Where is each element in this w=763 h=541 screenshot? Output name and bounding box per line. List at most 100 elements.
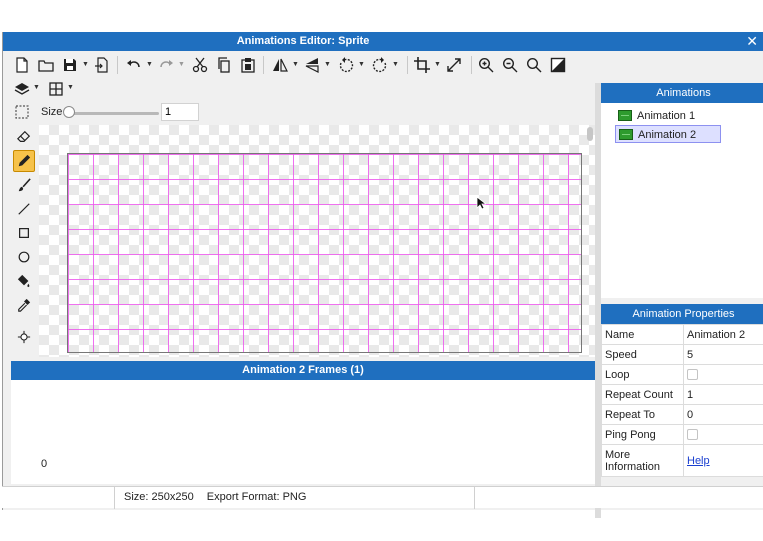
status-bar: Size: 250x250 Export Format: PNG xyxy=(2,486,763,509)
status-divider xyxy=(474,487,475,509)
animation-item-label: Animation 2 xyxy=(638,129,697,141)
property-row: Speed 5 xyxy=(601,344,763,365)
undo-icon[interactable] xyxy=(125,56,143,74)
paste-icon[interactable] xyxy=(239,56,257,74)
flip-vertical-dropdown-icon[interactable]: ▼ xyxy=(324,61,331,68)
copy-icon[interactable] xyxy=(215,56,233,74)
animation-list-item[interactable]: Animation 1 xyxy=(615,107,721,125)
property-key: Loop xyxy=(601,364,684,385)
save-icon[interactable] xyxy=(61,56,79,74)
name-value[interactable]: Animation 2 xyxy=(683,324,763,345)
vertical-scroll-thumb[interactable] xyxy=(587,127,593,141)
brush-icon[interactable] xyxy=(13,174,35,196)
repeat-to-value[interactable]: 0 xyxy=(683,404,763,425)
property-key: Repeat To xyxy=(601,404,684,425)
crop-icon[interactable] xyxy=(413,56,431,74)
open-folder-icon[interactable] xyxy=(37,56,55,74)
title-bar: Animations Editor: Sprite ✕ xyxy=(3,32,763,51)
repeat-count-value[interactable]: 1 xyxy=(683,384,763,405)
property-row: More Information Help xyxy=(601,444,763,477)
property-key: More Information xyxy=(601,444,684,477)
save-dropdown-icon[interactable]: ▼ xyxy=(82,61,89,68)
resize-icon[interactable] xyxy=(445,56,463,74)
help-link[interactable]: Help xyxy=(687,455,710,467)
rotate-left-dropdown-icon[interactable]: ▼ xyxy=(358,61,365,68)
zoom-out-icon[interactable] xyxy=(501,56,519,74)
toolbar-separator xyxy=(117,56,118,74)
size-slider[interactable] xyxy=(67,112,159,115)
eyedropper-icon[interactable] xyxy=(13,294,35,316)
status-text: Size: 250x250 Export Format: PNG xyxy=(124,491,316,503)
property-key: Name xyxy=(601,324,684,345)
size-toolbar: Size xyxy=(11,102,597,124)
rotate-right-dropdown-icon[interactable]: ▼ xyxy=(392,61,399,68)
toggle-background-icon[interactable] xyxy=(549,56,567,74)
frames-panel-header: Animation 2 Frames (1) xyxy=(11,361,595,380)
export-icon[interactable] xyxy=(93,56,111,74)
property-row: Ping Pong xyxy=(601,424,763,445)
zoom-fit-icon[interactable] xyxy=(525,56,543,74)
ping-pong-value xyxy=(683,424,763,445)
property-row: Name Animation 2 xyxy=(601,324,763,345)
mouse-cursor-icon xyxy=(476,196,488,213)
property-row: Repeat Count 1 xyxy=(601,384,763,405)
animation-item-label: Animation 1 xyxy=(637,110,696,122)
status-divider xyxy=(114,487,115,509)
editor-window: Animations Editor: Sprite ✕ ▼ ▼ ▼ ▼ ▼ ▼ … xyxy=(2,32,763,518)
redo-dropdown-icon[interactable]: ▼ xyxy=(178,61,185,68)
export-format-status: Export Format: PNG xyxy=(206,491,307,503)
size-slider-thumb[interactable] xyxy=(63,106,75,118)
pencil-icon[interactable] xyxy=(13,150,35,172)
ping-pong-checkbox[interactable] xyxy=(687,429,698,441)
window-title: Animations Editor: Sprite xyxy=(236,35,370,47)
flip-vertical-icon[interactable] xyxy=(303,56,321,74)
layers-icon[interactable] xyxy=(13,80,31,98)
filmstrip-icon xyxy=(619,129,633,140)
frames-panel[interactable] xyxy=(11,380,595,484)
drawing-canvas[interactable] xyxy=(39,125,595,357)
loop-checkbox[interactable] xyxy=(687,369,698,381)
fill-bucket-icon[interactable] xyxy=(13,270,35,292)
canvas-vertical-scrollbar[interactable] xyxy=(587,127,593,353)
flip-horizontal-dropdown-icon[interactable]: ▼ xyxy=(292,61,299,68)
properties-table: Name Animation 2 Speed 5 Loop Repeat Cou… xyxy=(601,324,763,477)
size-label: Size xyxy=(41,106,63,118)
ellipse-icon[interactable] xyxy=(13,246,35,268)
drawing-tools xyxy=(11,126,37,356)
selection-icon[interactable] xyxy=(13,103,31,121)
rectangle-icon[interactable] xyxy=(13,222,35,244)
grid-dropdown-icon[interactable]: ▼ xyxy=(67,84,74,91)
cut-icon[interactable] xyxy=(191,56,209,74)
pan-icon[interactable] xyxy=(13,326,35,348)
main-toolbar: ▼ ▼ ▼ ▼ ▼ ▼ ▼ ▼ xyxy=(11,52,597,78)
flip-horizontal-icon[interactable] xyxy=(271,56,289,74)
pixel-grid[interactable] xyxy=(67,153,582,353)
rotate-right-icon[interactable] xyxy=(371,56,389,74)
eraser-icon[interactable] xyxy=(13,126,35,148)
rotate-left-icon[interactable] xyxy=(337,56,355,74)
speed-value[interactable]: 5 xyxy=(683,344,763,365)
toolbar-separator xyxy=(471,56,472,74)
line-icon[interactable] xyxy=(13,198,35,220)
size-input[interactable] xyxy=(161,103,199,121)
layers-dropdown-icon[interactable]: ▼ xyxy=(33,84,40,91)
property-key: Speed xyxy=(601,344,684,365)
animation-list-item[interactable]: Animation 2 xyxy=(615,125,721,143)
loop-value xyxy=(683,364,763,385)
animations-panel-header: Animations xyxy=(601,83,763,103)
crop-dropdown-icon[interactable]: ▼ xyxy=(434,61,441,68)
properties-panel-header: Animation Properties xyxy=(601,304,763,324)
layers-toolbar: ▼ ▼ xyxy=(11,78,211,100)
toolbar-separator xyxy=(263,56,264,74)
more-information-value: Help xyxy=(683,444,763,477)
zoom-in-icon[interactable] xyxy=(477,56,495,74)
canvas-size-status: Size: 250x250 xyxy=(124,491,194,503)
animations-list: Animation 1 Animation 2 xyxy=(601,103,763,298)
undo-dropdown-icon[interactable]: ▼ xyxy=(146,61,153,68)
new-file-icon[interactable] xyxy=(13,56,31,74)
redo-icon[interactable] xyxy=(157,56,175,74)
close-icon[interactable]: ✕ xyxy=(746,33,758,50)
filmstrip-icon xyxy=(618,110,632,121)
grid-icon[interactable] xyxy=(47,80,65,98)
property-row: Loop xyxy=(601,364,763,385)
